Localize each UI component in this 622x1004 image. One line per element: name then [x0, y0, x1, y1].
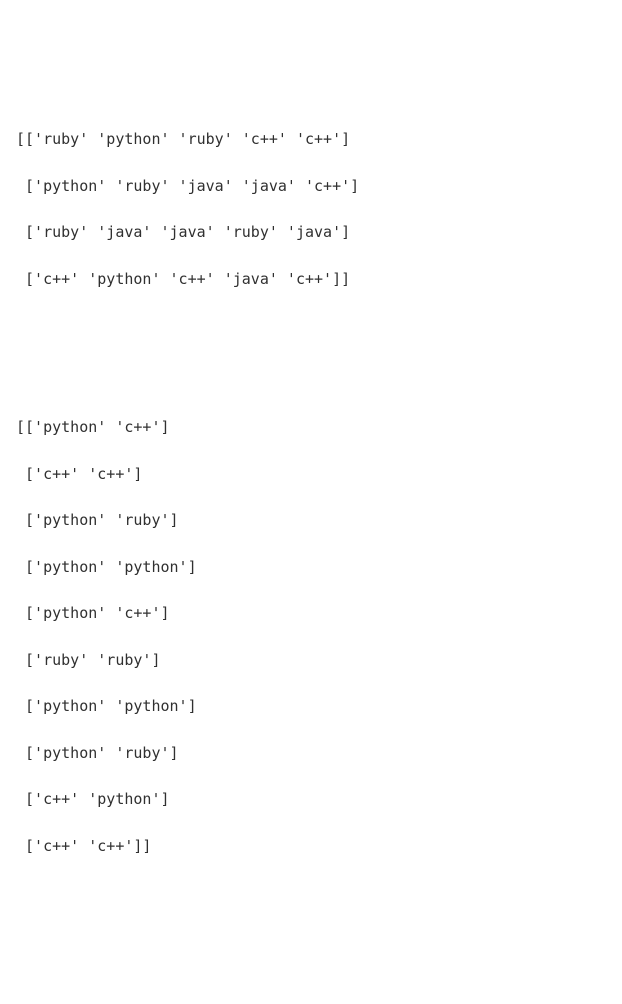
array-row: ['ruby' 'ruby']: [16, 649, 606, 672]
array-row: ['python' 'python']: [16, 556, 606, 579]
array-row: ['python' 'ruby' 'java' 'java' 'c++']: [16, 175, 606, 198]
array-block-1: [['python' 'c++'] ['c++' 'c++'] ['python…: [16, 393, 606, 881]
array-row: ['python' 'ruby']: [16, 509, 606, 532]
array-row: ['c++' 'c++']: [16, 463, 606, 486]
array-row: ['python' 'python']: [16, 695, 606, 718]
array-row: [['ruby' 'python' 'ruby' 'c++' 'c++']: [16, 128, 606, 151]
array-row: ['ruby' 'java' 'java' 'ruby' 'java']: [16, 221, 606, 244]
array-row: ['c++' 'c++']]: [16, 835, 606, 858]
array-row: ['python' 'c++']: [16, 602, 606, 625]
array-row: ['python' 'ruby']: [16, 742, 606, 765]
array-block-0: [['ruby' 'python' 'ruby' 'c++' 'c++'] ['…: [16, 105, 606, 314]
array-row: [['python' 'c++']: [16, 416, 606, 439]
array-row: ['c++' 'python' 'c++' 'java' 'c++']]: [16, 268, 606, 291]
array-row: ['c++' 'python']: [16, 788, 606, 811]
